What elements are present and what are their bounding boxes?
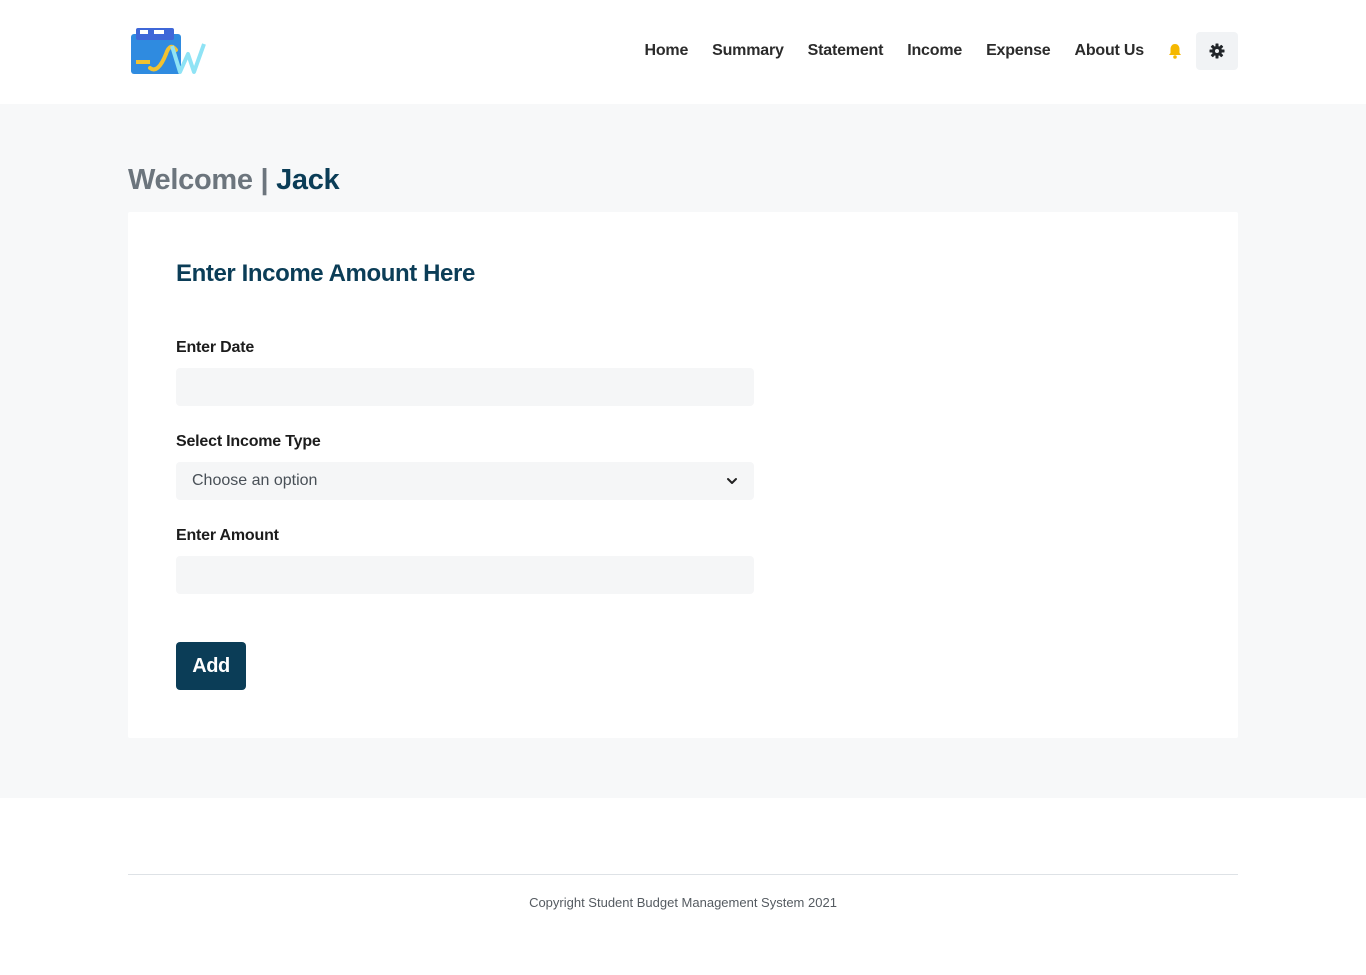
welcome-prefix: Welcome — [128, 164, 253, 196]
app-logo[interactable] — [128, 24, 208, 78]
date-input[interactable] — [176, 368, 754, 406]
welcome-heading: Welcome | Jack — [128, 164, 340, 197]
settings-button[interactable] — [1196, 32, 1238, 70]
welcome-separator: | — [260, 164, 269, 196]
chevron-down-icon — [727, 478, 737, 484]
nav-summary[interactable]: Summary — [712, 42, 784, 60]
income-type-label: Select Income Type — [176, 433, 321, 450]
date-label: Enter Date — [176, 339, 255, 356]
form-title: Enter Income Amount Here — [176, 260, 475, 287]
footer-divider — [128, 874, 1238, 875]
main-content: Welcome | Jack Enter Income Amount Here … — [0, 104, 1366, 798]
income-form-card: Enter Income Amount Here Enter Date Sele… — [128, 212, 1238, 738]
bell-icon[interactable] — [1166, 42, 1184, 60]
income-type-selected: Choose an option — [192, 472, 318, 489]
footer-copyright: Copyright Student Budget Management Syst… — [529, 895, 837, 910]
nav-about-us[interactable]: About Us — [1074, 42, 1144, 60]
nav-home[interactable]: Home — [644, 42, 688, 60]
nav-expense[interactable]: Expense — [986, 42, 1051, 60]
amount-label: Enter Amount — [176, 527, 279, 544]
gear-icon — [1209, 43, 1225, 59]
nav-income[interactable]: Income — [907, 42, 962, 60]
income-type-select[interactable]: Choose an option — [176, 462, 754, 500]
amount-input[interactable] — [176, 556, 754, 594]
nav-statement[interactable]: Statement — [808, 42, 884, 60]
main-nav: Home Summary Statement Income Expense Ab… — [620, 32, 1238, 70]
top-navbar: Home Summary Statement Income Expense Ab… — [0, 0, 1366, 104]
add-button[interactable]: Add — [176, 642, 246, 690]
welcome-username: Jack — [276, 164, 340, 196]
